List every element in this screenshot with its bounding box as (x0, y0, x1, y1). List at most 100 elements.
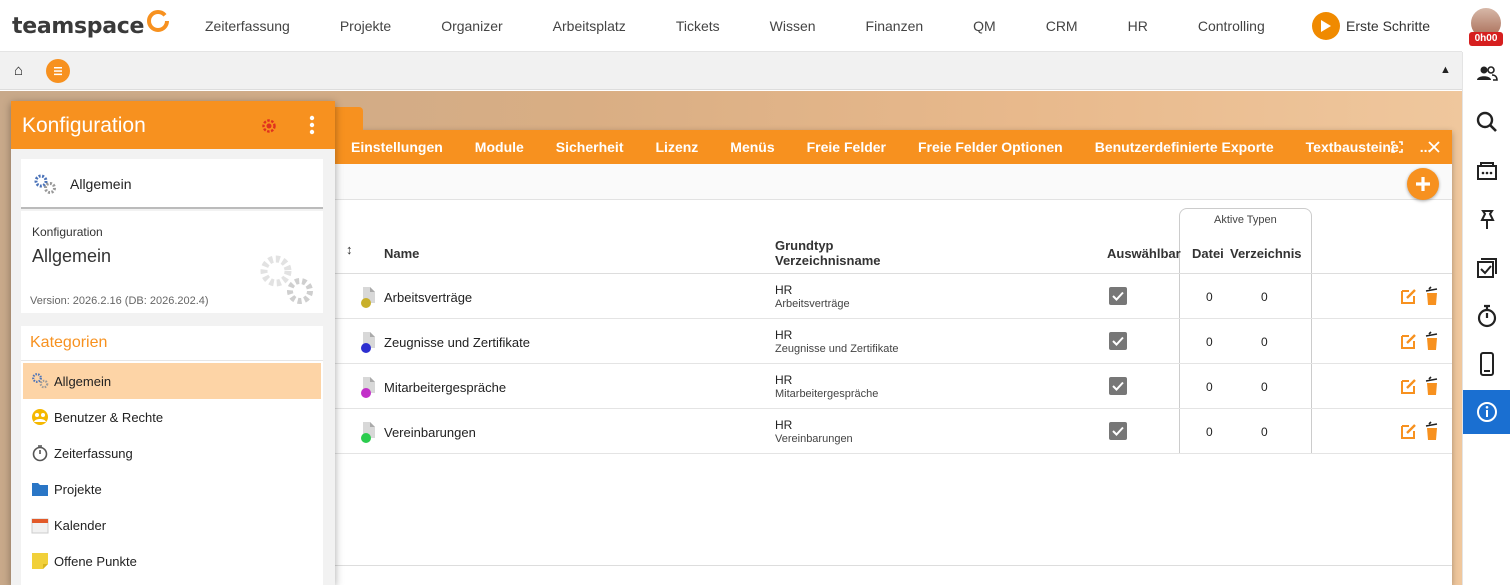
nav-item-hr[interactable]: HR (1103, 18, 1173, 34)
table-row[interactable]: Arbeitsverträge HR Arbeitsverträge 0 0 (330, 274, 1452, 319)
kategorie-item-allgemein[interactable]: Allgemein (23, 363, 321, 399)
edit-icon[interactable] (1400, 332, 1418, 350)
table-row[interactable]: Zeugnisse und Zertifikate HR Zeugnisse u… (330, 319, 1452, 364)
kategorie-label: Benutzer & Rechte (54, 409, 164, 425)
delete-icon[interactable] (1425, 421, 1439, 441)
auswaehlbar-checkbox[interactable] (1109, 422, 1127, 440)
tab-module[interactable]: Module (459, 139, 540, 155)
header-name[interactable]: Name (384, 246, 419, 261)
user-avatar[interactable]: 0h00 (1469, 8, 1503, 46)
table-row[interactable]: Vereinbarungen HR Vereinbarungen 0 0 (330, 409, 1452, 454)
nav-item-zeiterfassung[interactable]: Zeiterfassung (180, 18, 315, 34)
tab-freie-felder[interactable]: Freie Felder (791, 139, 902, 155)
row-name: Arbeitsverträge (384, 290, 473, 305)
header-grundtyp[interactable]: Grundtyp (775, 238, 834, 253)
erste-schritte-label: Erste Schritte (1346, 18, 1431, 34)
main-nav: Zeiterfassung Projekte Organizer Arbeits… (180, 0, 1290, 52)
gears-illustration-icon (260, 255, 313, 304)
settings-bug-icon[interactable] (261, 118, 277, 134)
document-type-icon (361, 287, 375, 308)
delete-icon[interactable] (1425, 331, 1439, 351)
mobile-icon[interactable] (1463, 344, 1510, 384)
kategorie-item-zeiterfassung[interactable]: Zeiterfassung (23, 435, 321, 471)
sticky-note-icon (31, 552, 49, 570)
kategorie-label: Projekte (54, 481, 102, 497)
tab-freie-felder-optionen[interactable]: Freie Felder Optionen (902, 139, 1079, 155)
right-sidebar (1462, 52, 1510, 585)
nav-item-qm[interactable]: QM (948, 18, 1021, 34)
maximize-icon[interactable] (1391, 141, 1403, 153)
selected-module-label: Allgemein (70, 176, 132, 192)
tab-sicherheit[interactable]: Sicherheit (540, 139, 640, 155)
panel-title: Konfiguration (22, 114, 146, 137)
plus-icon (1416, 177, 1430, 191)
version-text: Version: 2026.2.16 (DB: 2026.202.4) (30, 295, 209, 307)
sub-toolbar: ⌂ ▲ (0, 52, 1462, 90)
close-icon[interactable] (1428, 141, 1440, 153)
selected-module-card[interactable]: Allgemein (21, 159, 323, 209)
table-row[interactable]: Mitarbeitergespräche HR Mitarbeitergespr… (330, 364, 1452, 409)
kategorie-label: Offene Punkte (54, 553, 137, 569)
edit-icon[interactable] (1400, 422, 1418, 440)
nav-item-controlling[interactable]: Controlling (1173, 18, 1290, 34)
more-vertical-icon[interactable] (309, 115, 315, 135)
users-icon[interactable] (1463, 54, 1510, 94)
menu-icon[interactable] (45, 58, 71, 84)
row-grundtyp: HR (775, 373, 793, 387)
row-datei-count: 0 (1206, 335, 1213, 349)
table-header: ↕ Name Grundtyp Verzeichnisname Auswählb… (330, 208, 1452, 274)
nav-item-organizer[interactable]: Organizer (416, 18, 527, 34)
auswaehlbar-checkbox[interactable] (1109, 377, 1127, 395)
collapse-icon[interactable]: ▲ (1440, 64, 1451, 76)
timer-badge: 0h00 (1469, 32, 1503, 46)
info-card-title: Allgemein (32, 246, 112, 266)
header-verzeichnis[interactable]: Verzeichnis (1230, 246, 1302, 261)
kategorie-item-benutzer-rechte[interactable]: Benutzer & Rechte (23, 399, 321, 435)
nav-item-tickets[interactable]: Tickets (651, 18, 745, 34)
header-datei[interactable]: Datei (1192, 246, 1224, 261)
inbox-icon[interactable] (1463, 151, 1510, 191)
tab-menues[interactable]: Menüs (714, 139, 790, 155)
delete-icon[interactable] (1425, 376, 1439, 396)
play-icon (1312, 12, 1340, 40)
logo[interactable]: teamspace (12, 10, 170, 40)
nav-item-projekte[interactable]: Projekte (315, 18, 416, 34)
edit-icon[interactable] (1400, 377, 1418, 395)
sort-icon[interactable]: ↕ (346, 242, 353, 257)
info-icon[interactable] (1463, 390, 1510, 434)
kategorie-item-projekte[interactable]: Projekte (23, 471, 321, 507)
nav-item-arbeitsplatz[interactable]: Arbeitsplatz (528, 18, 651, 34)
nav-item-finanzen[interactable]: Finanzen (841, 18, 949, 34)
pin-icon[interactable] (1463, 200, 1510, 240)
tasks-icon[interactable] (1463, 248, 1510, 288)
calendar-icon (31, 516, 49, 534)
tab-benutzerdefinierte-exporte[interactable]: Benutzerdefinierte Exporte (1079, 139, 1290, 155)
edit-icon[interactable] (1400, 287, 1418, 305)
erste-schritte-button[interactable]: Erste Schritte (1312, 12, 1430, 40)
row-name: Mitarbeitergespräche (384, 380, 507, 395)
nav-item-crm[interactable]: CRM (1021, 18, 1103, 34)
header-auswaehlbar[interactable]: Auswählbar (1107, 246, 1181, 261)
kategorie-item-kalender[interactable]: Kalender (23, 507, 321, 543)
add-button[interactable] (1407, 168, 1439, 200)
row-name: Zeugnisse und Zertifikate (384, 335, 530, 350)
search-icon[interactable] (1463, 102, 1510, 142)
kategorien-title: Kategorien (30, 334, 108, 351)
kategorie-label: Allgemein (54, 373, 112, 389)
tab-lizenz[interactable]: Lizenz (640, 139, 715, 155)
stopwatch-icon[interactable] (1463, 296, 1510, 336)
tab-einstellungen[interactable]: Einstellungen (330, 139, 459, 155)
header-verzeichnisname[interactable]: Verzeichnisname (775, 253, 881, 268)
delete-icon[interactable] (1425, 286, 1439, 306)
row-verzeichnisname: Zeugnisse und Zertifikate (775, 343, 899, 355)
home-icon[interactable]: ⌂ (14, 62, 23, 79)
row-grundtyp: HR (775, 328, 793, 342)
window-tabs: Einstellungen Module Sicherheit Lizenz M… (330, 130, 1452, 164)
kategorie-item-offene-punkte[interactable]: Offene Punkte (23, 543, 321, 579)
nav-item-wissen[interactable]: Wissen (745, 18, 841, 34)
users-icon (31, 408, 49, 426)
row-name: Vereinbarungen (384, 425, 476, 440)
auswaehlbar-checkbox[interactable] (1109, 287, 1127, 305)
auswaehlbar-checkbox[interactable] (1109, 332, 1127, 350)
row-verzeichnis-count: 0 (1261, 425, 1268, 439)
